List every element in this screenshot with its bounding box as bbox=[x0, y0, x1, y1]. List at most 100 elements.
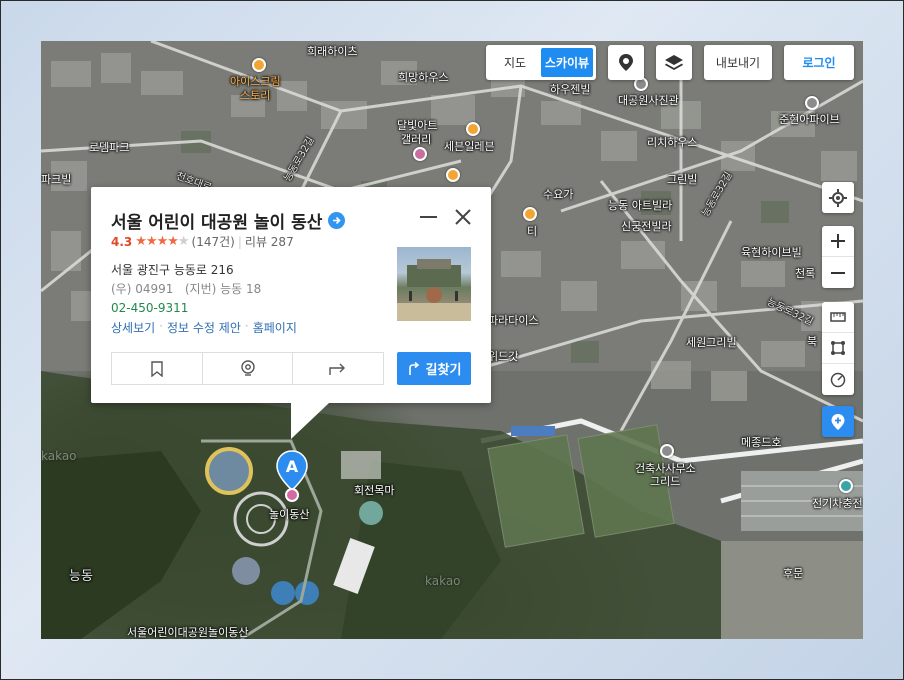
label-lodem-park: 로뎀파크 bbox=[89, 141, 130, 154]
directions-button[interactable]: 길찾기 bbox=[397, 352, 471, 385]
label-hoejeon-mokma: 회전목마 bbox=[354, 484, 395, 497]
map-type-toggle[interactable]: 지도 스카이뷰 bbox=[486, 45, 596, 80]
place-title[interactable]: 서울 어린이 대공원 놀이 동산 bbox=[111, 208, 346, 233]
share-icon bbox=[329, 363, 346, 375]
place-jibun: (지번) 능동 18 bbox=[184, 282, 262, 296]
action-buttons bbox=[111, 352, 384, 385]
label-neungdong-area: 능동 bbox=[69, 569, 93, 584]
close-icon[interactable] bbox=[453, 207, 473, 227]
share-button[interactable] bbox=[293, 353, 383, 384]
label-buk: 북 bbox=[807, 335, 818, 348]
layers-icon bbox=[665, 54, 683, 70]
marker-letter: A bbox=[286, 457, 299, 476]
place-marker-a[interactable]: A bbox=[276, 450, 308, 506]
label-daegongwon-photo: 대공원사진관 bbox=[618, 94, 679, 107]
edit-suggest-link[interactable]: 정보 수정 제안 bbox=[167, 319, 241, 336]
label-dalbit-art-2: 갤러리 bbox=[401, 133, 432, 146]
compass-icon bbox=[830, 372, 846, 387]
label-geonchuk-2: 그리드 bbox=[650, 475, 681, 488]
label-park-bill: 파크빌 bbox=[41, 173, 72, 186]
marker-label: 놀이동산 bbox=[269, 508, 310, 521]
label-tea: 티 bbox=[527, 225, 538, 238]
roadview-button[interactable] bbox=[608, 45, 644, 80]
layers-button[interactable] bbox=[656, 45, 692, 80]
zoom-out-button[interactable] bbox=[822, 257, 854, 288]
export-button[interactable]: 내보내기 bbox=[704, 45, 772, 80]
detail-link[interactable]: 상세보기 bbox=[111, 319, 155, 336]
rating-count[interactable]: (147건) bbox=[192, 233, 235, 250]
label-icecream-2: 스토리 bbox=[240, 89, 271, 102]
label-electric-charge: 전기차충전 bbox=[812, 497, 863, 510]
label-junhyeon-apt: 준현아파이브 bbox=[779, 113, 840, 126]
place-zip-row: (우) 04991 (지번) 능동 18 bbox=[111, 280, 261, 297]
minus-icon bbox=[831, 271, 845, 274]
measure-tools[interactable] bbox=[822, 302, 854, 395]
place-info-popup: 서울 어린이 대공원 놀이 동산 4.3 ★★★★★ (147건) | 리뷰 2… bbox=[91, 187, 491, 439]
zoom-in-button[interactable] bbox=[822, 226, 854, 257]
place-address: 서울 광진구 능동로 216 bbox=[111, 263, 234, 277]
save-button[interactable] bbox=[112, 353, 203, 384]
bookmark-icon bbox=[151, 360, 163, 377]
plus-icon bbox=[831, 234, 845, 248]
label-singung-villa: 신궁전빌라 bbox=[621, 220, 672, 233]
label-neungdong-art: 능동 아트빌라 bbox=[608, 199, 673, 212]
directions-label: 길찾기 bbox=[425, 363, 462, 378]
place-links: 상세보기 · 정보 수정 제안 · 홈페이지 bbox=[111, 319, 297, 336]
radius-tool-button[interactable] bbox=[822, 364, 854, 395]
login-button[interactable]: 로그인 bbox=[784, 45, 854, 80]
label-sewon: 세원그리빌 bbox=[686, 336, 737, 349]
cafe-poi-icon[interactable] bbox=[446, 168, 460, 182]
location-pin-icon bbox=[240, 359, 255, 376]
label-widgat: 위드갓 bbox=[488, 350, 519, 363]
area-icon bbox=[831, 341, 845, 355]
minimize-icon[interactable] bbox=[420, 216, 437, 218]
roadview-place-button[interactable] bbox=[203, 353, 294, 384]
my-location-button[interactable] bbox=[822, 182, 854, 213]
icecream-poi-icon[interactable] bbox=[252, 58, 266, 72]
label-mejong: 메종드호 bbox=[741, 436, 782, 449]
detail-arrow-icon[interactable] bbox=[328, 212, 346, 229]
pin-icon bbox=[619, 53, 633, 71]
zoom-control[interactable] bbox=[822, 226, 854, 288]
label-green-bill: 그린빌 bbox=[667, 173, 698, 186]
place-photo[interactable] bbox=[397, 247, 471, 321]
kakao-watermark-2: kakao bbox=[425, 574, 461, 588]
ev-charger-poi-icon[interactable] bbox=[839, 479, 853, 493]
place-zip: (우) 04991 bbox=[111, 282, 174, 296]
review-link[interactable]: 리뷰 287 bbox=[245, 233, 294, 250]
ruler-icon bbox=[830, 312, 846, 322]
area-tool-button[interactable] bbox=[822, 333, 854, 364]
place-name[interactable]: 서울 어린이 대공원 놀이 동산 bbox=[111, 208, 322, 233]
label-hoerae-heights: 희래하이츠 bbox=[307, 45, 358, 58]
label-bottom-place: 서울어린이대공원놀이동산 bbox=[127, 626, 249, 639]
label-paradise: 파라다이스 bbox=[488, 314, 539, 327]
label-suyoga: 수요가 bbox=[543, 188, 574, 201]
distance-tool-button[interactable] bbox=[822, 302, 854, 333]
label-richi-house: 리치하우스 bbox=[647, 136, 698, 149]
directions-icon bbox=[408, 361, 419, 375]
label-hubun: 후문 bbox=[783, 567, 804, 580]
kakao-watermark-1: kakao bbox=[41, 449, 77, 463]
rating-score: 4.3 bbox=[111, 234, 133, 249]
tea-poi-icon[interactable] bbox=[523, 207, 537, 221]
map-type-map-option[interactable]: 지도 bbox=[489, 48, 541, 77]
popup-tail bbox=[291, 403, 329, 439]
label-yukhyeon-bill: 육현하이브빌 bbox=[741, 246, 802, 259]
office-poi-icon[interactable] bbox=[660, 444, 674, 458]
convenience-poi-icon[interactable] bbox=[466, 122, 480, 136]
homepage-link[interactable]: 홈페이지 bbox=[253, 319, 297, 336]
place-phone[interactable]: 02-450-9311 bbox=[111, 301, 188, 315]
apt-poi-icon[interactable] bbox=[805, 96, 819, 110]
label-seven-eleven: 세븐일레븐 bbox=[444, 140, 495, 153]
add-place-button[interactable] bbox=[822, 406, 854, 437]
map-pin-icon: A bbox=[276, 450, 308, 502]
add-pin-icon bbox=[831, 413, 845, 430]
label-cheongrok: 천록 bbox=[795, 267, 816, 280]
locate-icon bbox=[829, 188, 847, 207]
label-huimang-house: 희망하우스 bbox=[398, 71, 449, 84]
gallery-poi-icon[interactable] bbox=[413, 147, 427, 161]
rating-row: 4.3 ★★★★★ (147건) | 리뷰 287 bbox=[111, 233, 294, 250]
map-type-skyview-option[interactable]: 스카이뷰 bbox=[541, 48, 593, 77]
label-heuje-bill: 하우젠빌 bbox=[550, 83, 591, 96]
star-rating-icon: ★★★★★ bbox=[135, 234, 189, 249]
